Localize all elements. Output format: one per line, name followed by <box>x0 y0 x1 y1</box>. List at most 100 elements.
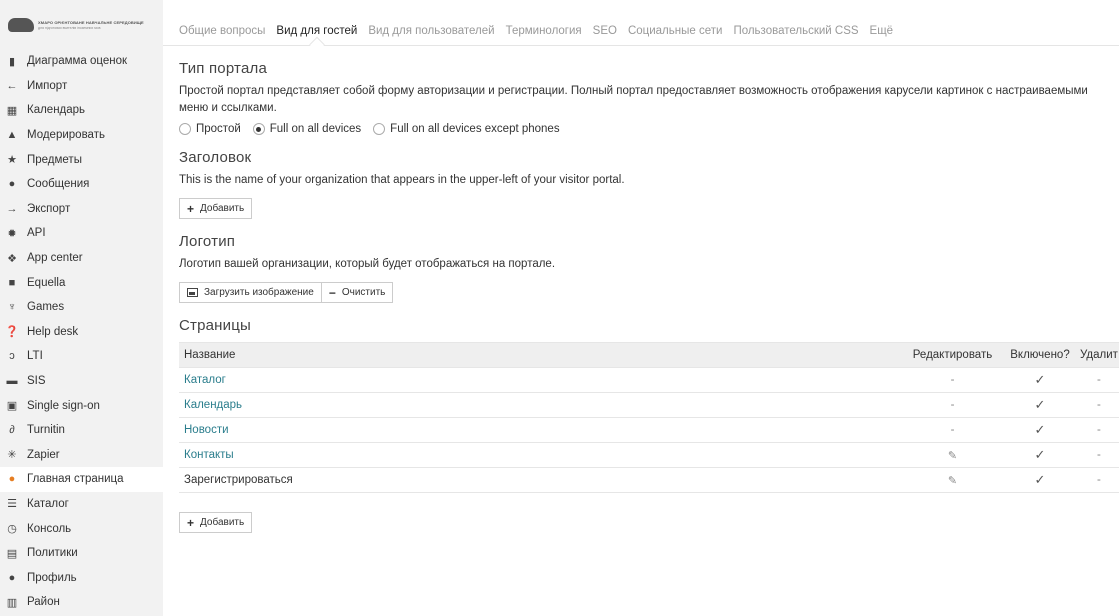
sidebar-item-12[interactable]: ↄ LTI <box>0 344 163 369</box>
sidebar-item-18[interactable]: ☰ Каталог <box>0 492 163 517</box>
sidebar-nav: ▮ Диаграмма оценок ← Импорт ▦ Календарь ▲ Модер… <box>0 49 164 615</box>
sidebar-item-label: Календарь <box>27 104 86 117</box>
col-delete: Удалит <box>1075 342 1119 368</box>
sidebar-item-14[interactable]: ▣ Single sign-on <box>0 393 163 418</box>
sidebar-item-10[interactable]: ♆ Games <box>0 295 163 320</box>
table-row: Каталог - ✓ - <box>179 367 1119 393</box>
tab-5[interactable]: Социальные сети <box>628 25 722 37</box>
lock-icon: ▣ <box>6 400 18 413</box>
add-page-button[interactable]: + Добавить <box>179 512 253 533</box>
delete-placeholder: - <box>1097 474 1101 486</box>
database-icon: ▬ <box>6 375 18 388</box>
equella-icon: ■ <box>8 276 16 289</box>
checkmark-icon[interactable]: ✓ <box>1035 472 1046 487</box>
sidebar-item-2[interactable]: ▦ Календарь <box>0 98 163 123</box>
tab-3[interactable]: Терминология <box>506 25 582 37</box>
radio-circle-icon[interactable] <box>179 123 191 135</box>
calendar-icon: ▦ <box>6 104 18 117</box>
sidebar-item-label: API <box>27 227 46 240</box>
edit-placeholder: - <box>950 424 955 436</box>
sidebar-item-21[interactable]: ● Профиль <box>0 565 163 590</box>
app-logo[interactable]: ХМАРО ОРІЄНТОВАНЕ НАВЧАЛЬНЕ СЕРЕДОВИЩЕ д… <box>0 0 163 50</box>
tab-4[interactable]: SEO <box>593 25 617 37</box>
header-section-title: Заголовок <box>179 149 252 166</box>
radio-label: Простой <box>196 123 241 135</box>
add-header-button[interactable]: + Добавить <box>179 198 253 219</box>
checkmark-icon[interactable]: ✓ <box>1035 447 1046 462</box>
policy-lock-icon: ▤ <box>6 547 18 560</box>
sidebar-item-13[interactable]: ▬ SIS <box>0 369 163 394</box>
plus-icon: + <box>187 515 195 530</box>
sidebar-item-label: Equella <box>27 276 66 289</box>
logo-section-title: Логотип <box>179 233 236 250</box>
sidebar-item-7[interactable]: ✹ API <box>0 221 163 246</box>
sidebar-item-label: Help desk <box>27 325 79 338</box>
sidebar-item-label: Games <box>27 301 65 314</box>
zapier-icon: ✳ <box>7 449 17 462</box>
sidebar-item-label: Район <box>27 596 60 609</box>
tab-1[interactable]: Вид для гостей <box>276 25 357 37</box>
table-row: Новости - ✓ - <box>179 417 1119 443</box>
info-icon: ● <box>8 571 16 584</box>
logo-button-group: Загрузить изображение − Очистить <box>179 282 394 303</box>
sidebar-item-label: App center <box>27 252 83 265</box>
building-icon: ▥ <box>6 596 18 609</box>
sidebar-item-label: Zapier <box>27 448 60 461</box>
sidebar-item-4[interactable]: ★ Предметы <box>0 147 163 172</box>
radio-label: Full on all devices except phones <box>390 123 560 135</box>
upload-image-button[interactable]: Загрузить изображение <box>179 282 322 303</box>
sidebar-item-label: Single sign-on <box>27 399 100 412</box>
radio-circle-icon[interactable] <box>252 123 265 135</box>
portal-type-radio-0[interactable]: Простой <box>179 123 241 135</box>
page-name: Зарегистрироваться <box>184 474 293 486</box>
sidebar-item-17[interactable]: ● Главная страница <box>0 467 164 492</box>
sidebar-item-3[interactable]: ▲ Модерировать <box>0 123 163 148</box>
clear-logo-button[interactable]: − Очистить <box>321 282 394 303</box>
delete-placeholder: - <box>1097 424 1101 436</box>
table-row: Контакты ✎ ✓ - <box>179 442 1119 468</box>
sidebar-item-label: Предметы <box>27 153 82 166</box>
sidebar-item-16[interactable]: ✳ Zapier <box>0 443 163 468</box>
page-name[interactable]: Календарь <box>184 399 242 411</box>
sidebar-item-9[interactable]: ■ Equella <box>0 270 163 295</box>
tab-2[interactable]: Вид для пользователей <box>368 25 494 37</box>
page-name[interactable]: Контакты <box>184 449 234 461</box>
radio-circle-icon[interactable] <box>373 123 386 135</box>
console-icon: ◷ <box>7 523 17 536</box>
checkmark-icon[interactable]: ✓ <box>1035 422 1046 437</box>
table-row: Календарь - ✓ - <box>179 392 1119 418</box>
sidebar-item-1[interactable]: ← Импорт <box>0 74 163 99</box>
sidebar-item-8[interactable]: ❖ App center <box>0 246 163 271</box>
portal-type-radio-1[interactable]: Full on all devices <box>252 123 361 135</box>
pencil-icon[interactable]: ✎ <box>948 450 957 462</box>
tab-0[interactable]: Общие вопросы <box>179 25 265 37</box>
page-name[interactable]: Новости <box>184 424 229 436</box>
sidebar-item-label: Сообщения <box>27 178 90 191</box>
delete-placeholder: - <box>1097 449 1101 461</box>
sidebar-item-20[interactable]: ▤ Политики <box>0 541 163 566</box>
sidebar-item-22[interactable]: ▥ Район <box>0 590 163 615</box>
tab-7[interactable]: Ещё <box>870 25 894 37</box>
sidebar-item-6[interactable]: → Экспорт <box>0 197 163 222</box>
tab-6[interactable]: Пользовательский CSS <box>733 25 858 37</box>
sidebar-item-11[interactable]: ❓ Help desk <box>0 320 163 345</box>
arrow-left-icon: ← <box>6 79 18 92</box>
sidebar-item-label: Профиль <box>27 571 77 584</box>
sidebar-item-15[interactable]: ∂ Turnitin <box>0 418 163 443</box>
arrow-right-icon: → <box>6 202 18 215</box>
sidebar-item-label: Диаграмма оценок <box>27 55 128 68</box>
col-enabled: Включено? <box>1005 342 1075 368</box>
checkmark-icon[interactable]: ✓ <box>1035 372 1046 387</box>
delete-placeholder: - <box>1097 374 1101 386</box>
bar-chart-icon: ▮ <box>8 55 16 68</box>
home-page-icon: ● <box>8 473 16 486</box>
pencil-icon[interactable]: ✎ <box>948 475 957 487</box>
sidebar-item-0[interactable]: ▮ Диаграмма оценок <box>0 49 163 74</box>
sidebar-item-19[interactable]: ◷ Консоль <box>0 516 163 541</box>
sidebar-item-5[interactable]: ● Сообщения <box>0 172 163 197</box>
page-name[interactable]: Каталог <box>184 374 226 386</box>
thumbs-up-icon: ▲ <box>6 129 18 142</box>
checkmark-icon[interactable]: ✓ <box>1035 397 1046 412</box>
portal-type-radio-2[interactable]: Full on all devices except phones <box>373 123 560 135</box>
list-icon: ☰ <box>7 498 17 511</box>
